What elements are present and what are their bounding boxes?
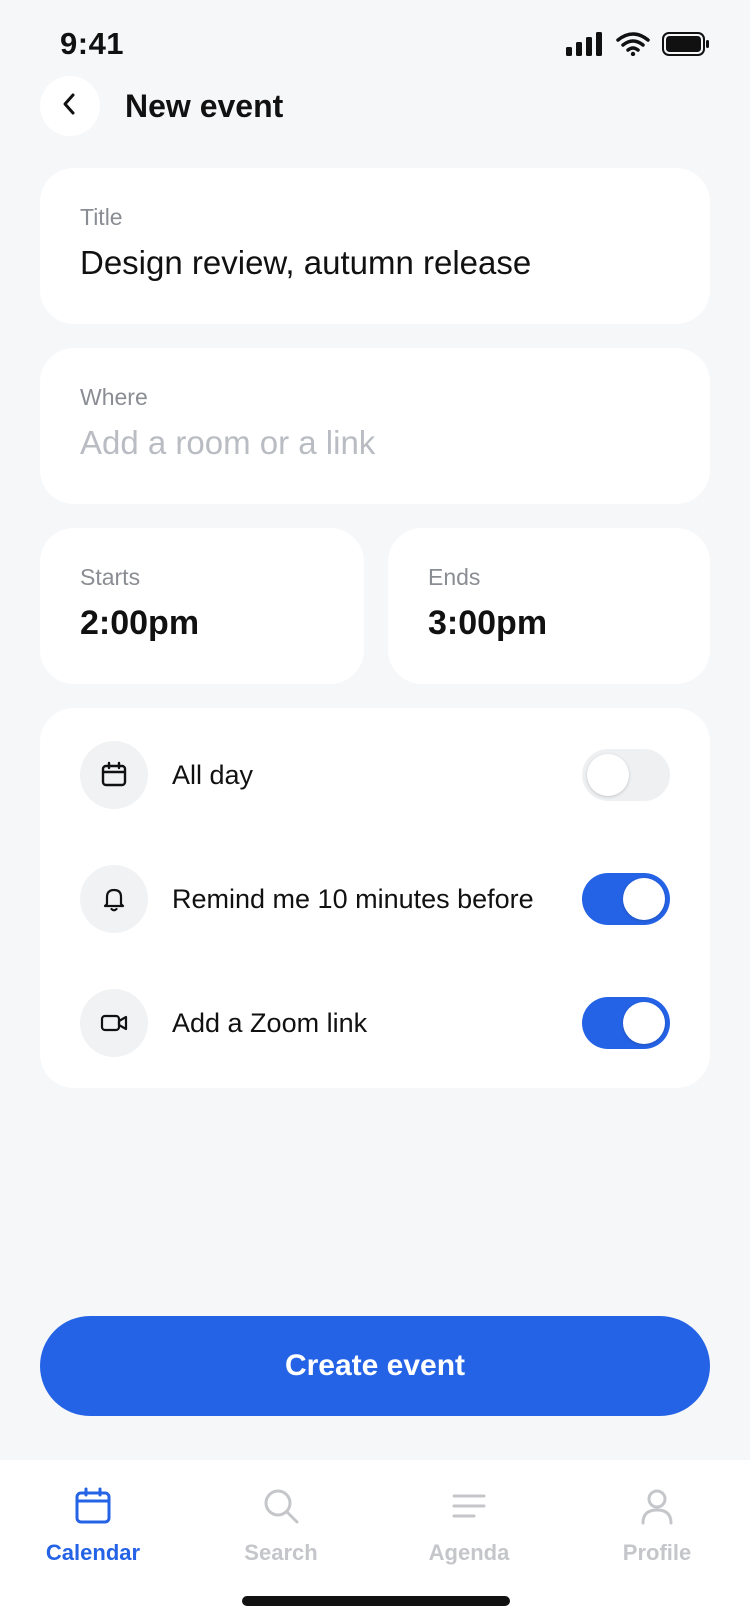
calendar-icon: [73, 1486, 113, 1526]
option-all-day: All day: [80, 740, 670, 810]
starts-label: Starts: [80, 564, 141, 590]
toggle-knob: [623, 1002, 665, 1044]
bell-icon: [80, 865, 148, 933]
where-card: Where: [40, 348, 710, 504]
calendar-icon: [80, 741, 148, 809]
video-icon: [80, 989, 148, 1057]
option-zoom-link: Add a Zoom link: [80, 988, 670, 1058]
ends-time[interactable]: 3:00pm: [428, 604, 670, 643]
tab-label: Profile: [622, 1540, 692, 1565]
tab-agenda[interactable]: Agenda: [389, 1486, 549, 1566]
option-label: All day: [172, 759, 254, 790]
toggle-knob: [623, 878, 665, 920]
back-button[interactable]: [40, 76, 100, 136]
status-bar: 9:41: [0, 0, 750, 88]
page-title: New event: [125, 87, 284, 124]
tab-profile[interactable]: Profile: [577, 1486, 737, 1566]
chevron-left-icon: [60, 92, 80, 121]
where-input[interactable]: [80, 424, 670, 462]
where-label: Where: [80, 384, 148, 410]
status-time: 9:41: [60, 26, 125, 61]
list-icon: [449, 1486, 489, 1526]
ends-card[interactable]: Ends 3:00pm: [388, 528, 710, 684]
status-icons: [566, 32, 710, 61]
starts-card[interactable]: Starts 2:00pm: [40, 528, 364, 684]
ends-label: Ends: [428, 564, 481, 590]
all-day-toggle[interactable]: [582, 749, 670, 801]
title-label: Title: [80, 204, 123, 230]
option-label: Remind me 10 minutes before: [172, 883, 534, 914]
title-card: Title Design review, autumn release: [40, 168, 710, 324]
create-event-button[interactable]: Create event: [40, 1316, 710, 1416]
option-label: Add a Zoom link: [172, 1007, 368, 1038]
search-icon: [261, 1486, 301, 1526]
home-indicator: [242, 1596, 510, 1606]
wifi-icon: [616, 32, 650, 61]
tab-search[interactable]: Search: [201, 1486, 361, 1566]
zoom-link-toggle[interactable]: [582, 997, 670, 1049]
option-reminder: Remind me 10 minutes before: [80, 864, 670, 934]
tab-label: Search: [244, 1540, 318, 1565]
person-icon: [637, 1486, 677, 1526]
header: New event: [40, 76, 283, 136]
tab-bar: Calendar Search Agenda Profile: [0, 1460, 750, 1624]
title-input[interactable]: Design review, autumn release: [80, 244, 670, 282]
toggle-knob: [587, 754, 629, 796]
starts-time[interactable]: 2:00pm: [80, 604, 324, 643]
tab-label: Calendar: [45, 1540, 141, 1565]
signal-icon: [566, 32, 604, 61]
reminder-toggle[interactable]: [582, 873, 670, 925]
options-card: All day Remind me 10 minutes before Add …: [40, 708, 710, 1088]
tab-calendar[interactable]: Calendar: [13, 1486, 173, 1566]
tab-label: Agenda: [428, 1540, 510, 1565]
battery-icon: [662, 32, 710, 61]
